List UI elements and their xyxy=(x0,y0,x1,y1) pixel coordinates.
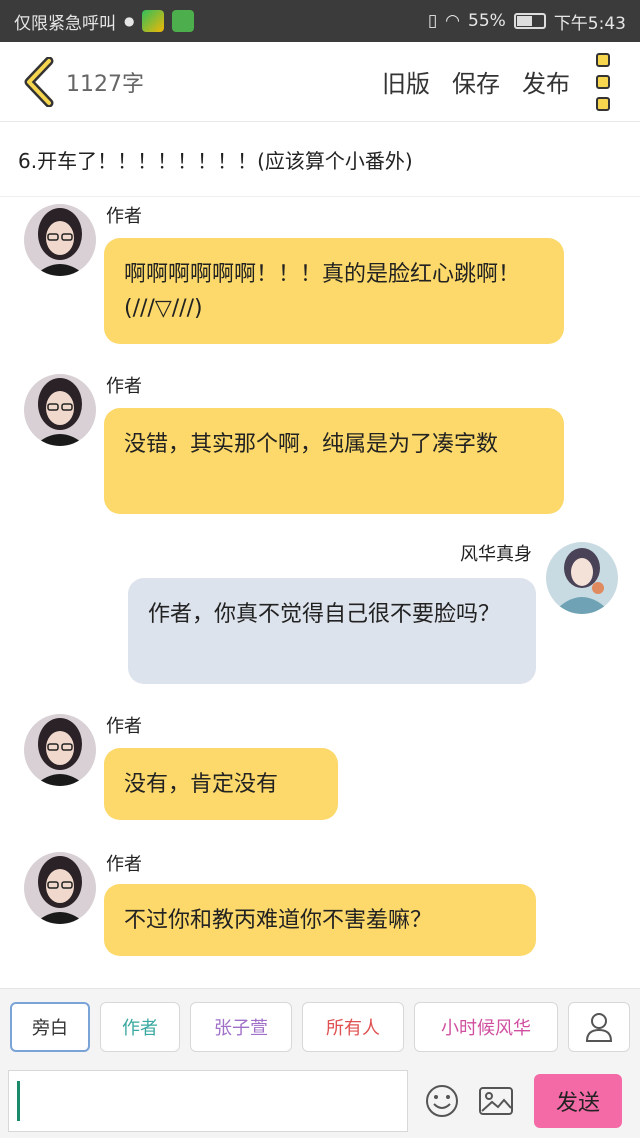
role-zhang-zixuan[interactable]: 张子萱 xyxy=(190,1001,292,1052)
save-button[interactable]: 保存 xyxy=(452,64,500,99)
send-button[interactable]: 发送 xyxy=(534,1074,622,1128)
word-count: 1127字 xyxy=(66,71,144,97)
role-selector-bar: 旁白 作者 张子萱 所有人 小时候风华 xyxy=(0,988,640,1064)
text-caret xyxy=(17,1081,20,1121)
message-bubble[interactable]: 啊啊啊啊啊啊！！！真的是脸红心跳啊！(///▽///) xyxy=(104,238,564,344)
author-avatar[interactable] xyxy=(24,852,96,924)
user-icon xyxy=(585,1012,613,1042)
message-bubble[interactable]: 没错，其实那个啊，纯属是为了凑字数 xyxy=(104,408,564,514)
carrier-text: 仅限紧急呼叫 xyxy=(14,13,116,34)
image-button[interactable] xyxy=(472,1077,520,1125)
author-avatar[interactable] xyxy=(24,374,96,446)
add-role-button[interactable] xyxy=(568,1001,630,1052)
status-bar: 仅限紧急呼叫 ● ▯ ◠ 55% 下午5:43 xyxy=(0,0,640,42)
role-narrator[interactable]: 旁白 xyxy=(10,1001,90,1052)
chat-area: 作者 啊啊啊啊啊啊！！！真的是脸红心跳啊！(///▽///) 作者 没错，其实那… xyxy=(0,198,640,988)
sender-name: 作者 xyxy=(106,376,142,397)
input-bar: 发送 xyxy=(0,1064,640,1138)
character-avatar[interactable] xyxy=(546,542,618,614)
battery-icon xyxy=(513,13,546,29)
role-everyone[interactable]: 所有人 xyxy=(302,1001,404,1052)
status-left: 仅限紧急呼叫 ● xyxy=(14,9,428,34)
battery-fill xyxy=(516,16,533,26)
status-right: ▯ ◠ 55% 下午5:43 xyxy=(428,9,626,34)
chapter-title[interactable]: 6.开车了！！！！！！！！(应该算个小番外) xyxy=(0,123,640,197)
message-input[interactable] xyxy=(8,1070,408,1132)
chevron-left-icon xyxy=(24,56,54,107)
message-bubble[interactable]: 作者，你真不觉得自己很不要脸吗？ xyxy=(128,578,536,684)
video-app-icon xyxy=(142,10,165,32)
sender-name: 作者 xyxy=(106,716,142,737)
role-young-fenghua[interactable]: 小时候风华 xyxy=(414,1001,558,1052)
role-author[interactable]: 作者 xyxy=(100,1001,180,1052)
sender-name: 作者 xyxy=(106,854,142,875)
back-button[interactable] xyxy=(14,52,62,112)
notification-icon: ● xyxy=(124,14,135,28)
editor-header: 1127字 旧版 保存 发布 xyxy=(0,42,640,122)
wifi-icon: ◠ xyxy=(445,11,461,31)
publish-button[interactable]: 发布 xyxy=(522,64,570,99)
vibrate-icon: ▯ xyxy=(427,11,438,31)
sender-name: 作者 xyxy=(106,206,142,227)
clock: 下午5:43 xyxy=(553,13,626,34)
sender-name: 风华真身 xyxy=(460,544,532,565)
news-app-icon xyxy=(172,10,195,32)
message-bubble[interactable]: 不过你和教丙难道你不害羞嘛？ xyxy=(104,884,536,956)
message-bubble[interactable]: 没有，肯定没有 xyxy=(104,748,338,820)
more-vertical-icon[interactable] xyxy=(596,52,616,111)
old-version-button[interactable]: 旧版 xyxy=(382,64,430,99)
emoji-button[interactable] xyxy=(418,1077,466,1125)
battery-percent: 55% xyxy=(468,11,506,31)
emoji-icon xyxy=(426,1085,458,1117)
header-actions: 旧版 保存 发布 xyxy=(382,64,570,99)
author-avatar[interactable] xyxy=(24,204,96,276)
author-avatar[interactable] xyxy=(24,714,96,786)
image-icon xyxy=(479,1087,513,1115)
